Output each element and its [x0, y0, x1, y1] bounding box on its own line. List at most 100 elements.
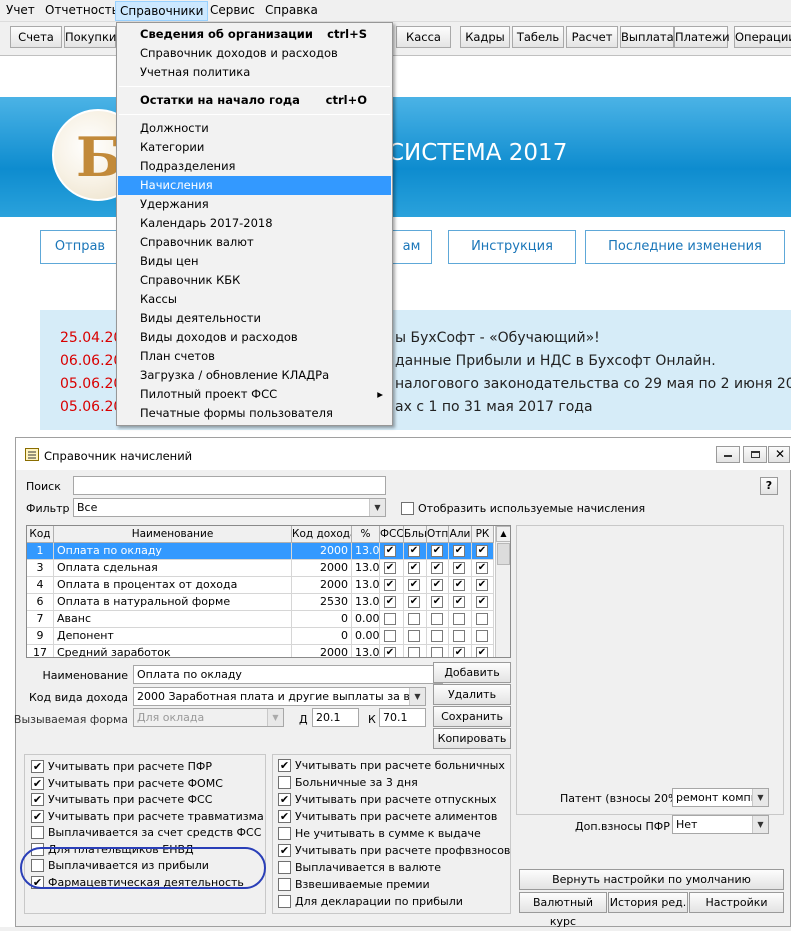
menu-item-currencies[interactable]: Справочник валют: [118, 233, 391, 252]
news-link[interactable]: ы БухСофт - «Обучающий»!: [395, 330, 600, 346]
option-checkbox[interactable]: ✔: [31, 809, 44, 823]
table-row[interactable]: 9 Депонент 0 0.00: [27, 628, 497, 645]
currency-rate-button[interactable]: Валютный курс: [519, 892, 607, 928]
minimize-button[interactable]: [716, 446, 740, 463]
row-flag-checkbox[interactable]: [476, 630, 488, 642]
row-flag-checkbox[interactable]: ✔: [384, 545, 396, 557]
table-row[interactable]: 17Средний заработок200013.00 ✔ ✔ ✔: [27, 645, 497, 657]
toolbar-raschet-button[interactable]: Расчет: [566, 26, 618, 48]
menu-item-departments[interactable]: Подразделения: [118, 157, 391, 176]
help-button[interactable]: ?: [760, 477, 778, 495]
save-button[interactable]: Сохранить: [433, 706, 511, 727]
window-titlebar[interactable]: Справочник начислений ✕: [16, 438, 791, 470]
row-flag-checkbox[interactable]: ✔: [431, 579, 443, 591]
show-used-checkbox[interactable]: [401, 502, 414, 515]
row-flag-checkbox[interactable]: ✔: [431, 562, 443, 574]
restore-defaults-button[interactable]: Вернуть настройки по умолчанию: [519, 869, 784, 890]
row-flag-checkbox[interactable]: [431, 647, 443, 657]
toolbar-tabel-button[interactable]: Табель: [512, 26, 564, 48]
option-checkbox[interactable]: ✔: [278, 844, 291, 857]
debit-input[interactable]: 20.1: [312, 708, 359, 727]
row-flag-checkbox[interactable]: ✔: [476, 562, 488, 574]
settings-button[interactable]: Настройки: [689, 892, 784, 913]
toolbar-vyplata-button[interactable]: Выплата: [620, 26, 674, 48]
menu-item-categories[interactable]: Категории: [118, 138, 391, 157]
menu-item-opening-balances[interactable]: Остатки на начало года ctrl+O: [118, 91, 391, 110]
column-header[interactable]: Код: [27, 526, 54, 543]
menu-item-print-forms[interactable]: Печатные формы пользователя: [118, 404, 391, 423]
credit-input[interactable]: 70.1: [379, 708, 426, 727]
table-scrollbar[interactable]: ▲: [495, 526, 510, 657]
column-header[interactable]: РК: [472, 526, 494, 543]
news-link[interactable]: налогового законодательства со 29 мая по…: [395, 376, 791, 392]
menu-uchet[interactable]: Учет: [6, 3, 35, 17]
toolbar-pokupki-button[interactable]: Покупки: [64, 26, 116, 48]
row-flag-checkbox[interactable]: ✔: [476, 596, 488, 608]
menu-item-calendar[interactable]: Календарь 2017-2018: [118, 214, 391, 233]
toolbar-kassa-button[interactable]: Касса: [396, 26, 451, 48]
menu-item-fss-pilot[interactable]: Пилотный проект ФСС ▸: [118, 385, 391, 404]
option-checkbox[interactable]: [278, 827, 291, 840]
row-flag-checkbox[interactable]: ✔: [476, 579, 488, 591]
option-checkbox[interactable]: ✔: [278, 793, 291, 806]
copy-button[interactable]: Копировать: [433, 728, 511, 749]
menu-spravochniki[interactable]: Справочники: [115, 1, 209, 21]
menu-item-activities[interactable]: Виды деятельности: [118, 309, 391, 328]
option-checkbox[interactable]: [278, 776, 291, 789]
row-flag-checkbox[interactable]: [431, 630, 443, 642]
link-forum-button[interactable]: ам: [392, 230, 432, 264]
menu-item-deductions[interactable]: Удержания: [118, 195, 391, 214]
income-code-select[interactable]: 2000 Заработная плата и другие выплаты з…: [133, 687, 426, 706]
link-changes-button[interactable]: Последние изменения: [585, 230, 785, 264]
table-row[interactable]: 7 Аванс 0 0.00: [27, 611, 497, 628]
edit-history-button[interactable]: История ред.: [608, 892, 688, 913]
link-otpravka-button[interactable]: Отправ: [40, 230, 120, 264]
row-flag-checkbox[interactable]: [408, 630, 420, 642]
link-instruction-button[interactable]: Инструкция: [448, 230, 576, 264]
option-checkbox[interactable]: [278, 878, 291, 891]
row-flag-checkbox[interactable]: ✔: [431, 545, 443, 557]
toolbar-scheta-button[interactable]: Счета: [10, 26, 62, 48]
menu-item-cashboxes[interactable]: Кассы: [118, 290, 391, 309]
menu-item-income-expenses[interactable]: Справочник доходов и расходов: [118, 44, 391, 63]
toolbar-operacii-button[interactable]: Операции: [734, 26, 791, 48]
news-link[interactable]: данные Прибыли и НДС в Бухсофт Онлайн.: [395, 353, 716, 369]
row-flag-checkbox[interactable]: ✔: [476, 545, 488, 557]
column-header[interactable]: %: [352, 526, 380, 543]
row-flag-checkbox[interactable]: [384, 613, 396, 625]
column-header[interactable]: ФСС: [380, 526, 404, 543]
scroll-up-icon[interactable]: ▲: [496, 526, 510, 542]
menu-servis[interactable]: Сервис: [210, 3, 255, 17]
row-flag-checkbox[interactable]: ✔: [408, 579, 420, 591]
row-flag-checkbox[interactable]: ✔: [384, 579, 396, 591]
row-flag-checkbox[interactable]: ✔: [384, 596, 396, 608]
menu-item-accounting-policy[interactable]: Учетная политика: [118, 63, 391, 82]
table-row[interactable]: 1Оплата по окладу200013.00 ✔ ✔ ✔ ✔ ✔: [27, 543, 497, 560]
menu-item-kbk[interactable]: Справочник КБК: [118, 271, 391, 290]
row-flag-checkbox[interactable]: ✔: [408, 545, 420, 557]
row-flag-checkbox[interactable]: ✔: [431, 596, 443, 608]
menu-item-accruals[interactable]: Начисления: [118, 176, 391, 195]
table-row[interactable]: 4Оплата в процентах от дохода200013.00 ✔ ✔…: [27, 577, 497, 594]
row-flag-checkbox[interactable]: ✔: [453, 596, 465, 608]
option-checkbox[interactable]: ✔: [278, 759, 291, 772]
row-flag-checkbox[interactable]: [384, 630, 396, 642]
menu-item-kladr[interactable]: Загрузка / обновление КЛАДРа: [118, 366, 391, 385]
column-header[interactable]: Бльн: [404, 526, 427, 543]
option-checkbox[interactable]: ✔: [31, 760, 44, 773]
maximize-button[interactable]: [743, 446, 767, 463]
row-flag-checkbox[interactable]: ✔: [453, 647, 465, 657]
row-flag-checkbox[interactable]: ✔: [408, 596, 420, 608]
row-flag-checkbox[interactable]: ✔: [453, 562, 465, 574]
column-header[interactable]: Наименование: [54, 526, 292, 543]
close-button[interactable]: ✕: [768, 446, 790, 463]
column-header[interactable]: Код дохода: [292, 526, 352, 543]
menu-spravka[interactable]: Справка: [265, 3, 318, 17]
option-checkbox[interactable]: [278, 895, 291, 908]
table-row[interactable]: 6Оплата в натуральной форме253013.00 ✔ ✔ ✔ ✔…: [27, 594, 497, 611]
menu-item-positions[interactable]: Должности: [118, 119, 391, 138]
search-input[interactable]: [73, 476, 386, 495]
column-header[interactable]: Али: [449, 526, 472, 543]
option-checkbox[interactable]: ✔: [278, 810, 291, 823]
row-flag-checkbox[interactable]: [408, 613, 420, 625]
